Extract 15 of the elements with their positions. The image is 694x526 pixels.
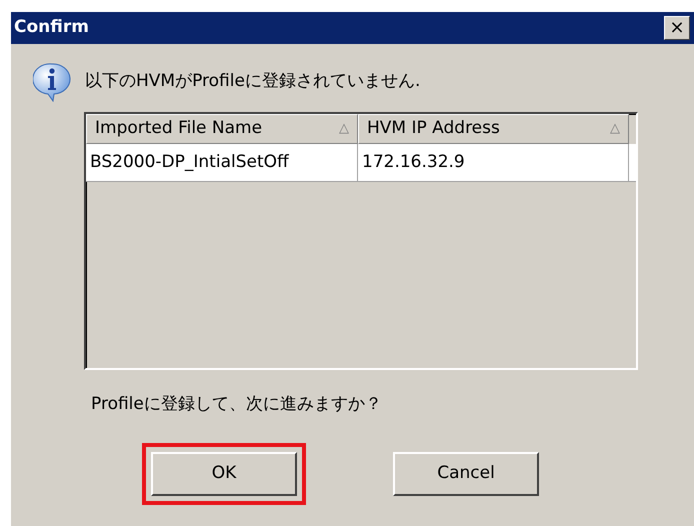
message-text: 以下のHVMがProfileに登録されていません. — [85, 70, 420, 94]
sort-indicator: △ — [339, 120, 349, 138]
info-icon — [33, 62, 71, 102]
close-button[interactable]: × — [664, 16, 690, 40]
column-header[interactable]: Imported File Name △ — [86, 114, 358, 144]
table-cell: BS2000-DP_IntialSetOff — [86, 144, 358, 181]
cancel-button[interactable]: Cancel — [393, 452, 539, 496]
column-label: Imported File Name — [95, 117, 262, 140]
window-title: Confirm — [14, 16, 89, 40]
column-header[interactable]: HVM IP Address △ — [358, 114, 629, 144]
table-cell: 172.16.32.9 — [358, 144, 629, 181]
sort-indicator: △ — [610, 120, 620, 138]
question-text: Profileに登録して、次に進みますか？ — [90, 393, 383, 416]
column-label: HVM IP Address — [367, 117, 500, 140]
ok-button[interactable]: OK — [151, 452, 297, 496]
